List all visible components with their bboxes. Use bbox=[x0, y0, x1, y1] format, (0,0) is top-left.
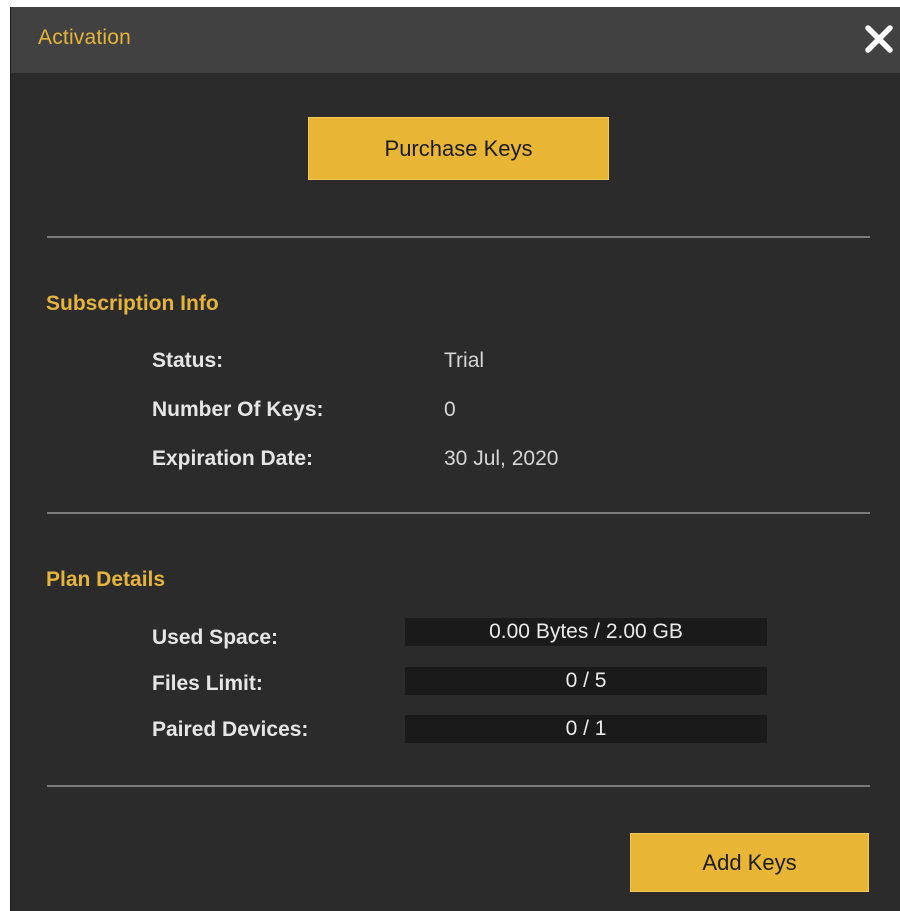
title-bar: Activation bbox=[11, 7, 900, 73]
paired-devices-meter: 0 / 1 bbox=[405, 715, 767, 743]
status-value: Trial bbox=[444, 349, 485, 372]
add-keys-button[interactable]: Add Keys bbox=[630, 833, 869, 892]
files-limit-value: 0 / 5 bbox=[565, 669, 607, 692]
activation-dialog: Activation Purchase Keys Subscription In… bbox=[10, 7, 900, 911]
number-of-keys-label: Number Of Keys: bbox=[152, 398, 324, 421]
used-space-value: 0.00 Bytes / 2.00 GB bbox=[489, 620, 683, 643]
divider bbox=[47, 512, 870, 514]
number-of-keys-value: 0 bbox=[444, 398, 456, 421]
expiration-date-label: Expiration Date: bbox=[152, 447, 314, 470]
expiration-date-value: 30 Jul, 2020 bbox=[444, 447, 559, 470]
paired-devices-value: 0 / 1 bbox=[565, 717, 607, 740]
paired-devices-label: Paired Devices: bbox=[152, 718, 309, 741]
subscription-info-heading: Subscription Info bbox=[46, 292, 219, 315]
files-limit-meter: 0 / 5 bbox=[405, 667, 767, 695]
files-limit-label: Files Limit: bbox=[152, 672, 263, 695]
divider bbox=[47, 785, 870, 787]
plan-details-heading: Plan Details bbox=[46, 568, 166, 591]
used-space-meter: 0.00 Bytes / 2.00 GB bbox=[405, 618, 767, 646]
close-icon bbox=[865, 25, 893, 53]
status-label: Status: bbox=[152, 349, 224, 372]
divider bbox=[47, 236, 870, 238]
used-space-label: Used Space: bbox=[152, 626, 279, 649]
dialog-title: Activation bbox=[38, 26, 132, 49]
close-button[interactable] bbox=[863, 23, 895, 55]
purchase-keys-button[interactable]: Purchase Keys bbox=[308, 117, 609, 180]
